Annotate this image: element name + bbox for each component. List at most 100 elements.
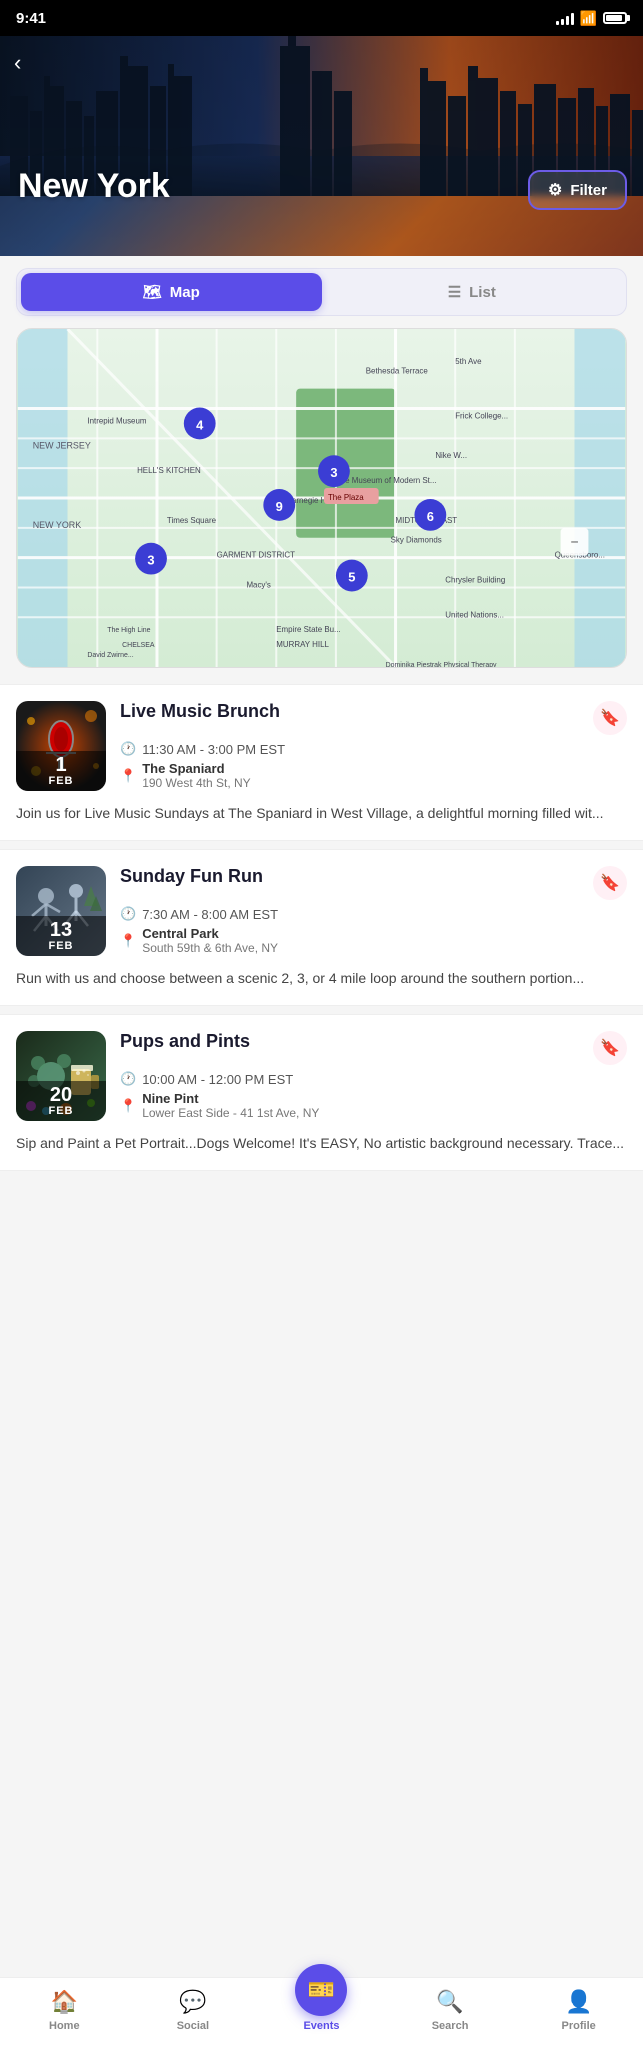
event-time-row: 🕐 11:30 AM - 3:00 PM EST: [120, 741, 627, 757]
event-time-row: 🕐 10:00 AM - 12:00 PM EST: [120, 1071, 627, 1087]
bookmark-button[interactable]: 🔖: [593, 701, 627, 735]
svg-text:The High Line: The High Line: [107, 627, 150, 634]
svg-text:Intrepid Museum: Intrepid Museum: [87, 416, 147, 425]
city-title: New York: [18, 167, 170, 206]
nav-item-profile[interactable]: 👤 Profile: [514, 1988, 643, 2032]
events-fab: 🎫: [295, 1964, 347, 2016]
location-icon: 📍: [120, 933, 136, 949]
svg-text:3: 3: [330, 465, 337, 480]
battery-icon: [603, 12, 627, 24]
svg-text:Frick College...: Frick College...: [455, 411, 508, 420]
svg-text:5th Ave: 5th Ave: [455, 357, 482, 366]
event-description: Run with us and choose between a scenic …: [16, 968, 627, 989]
bookmark-button[interactable]: 🔖: [593, 1031, 627, 1065]
wifi-icon: 📶: [580, 10, 597, 27]
bookmark-icon: 🔖: [600, 708, 620, 728]
map-icon: 🗺: [143, 283, 162, 301]
svg-text:−: −: [570, 534, 578, 550]
event-info: Live Music Brunch 🔖 🕐 11:30 AM - 3:00 PM…: [120, 701, 627, 790]
back-button[interactable]: ‹: [14, 50, 21, 76]
profile-icon: 👤: [565, 1989, 592, 2015]
clock-icon: 🕐: [120, 741, 136, 757]
signal-icon: [556, 11, 574, 25]
svg-text:Times Square: Times Square: [167, 516, 217, 525]
bottom-navigation: 🏠 Home 💬 Social 🎫 Events 🔍 Search 👤 Prof…: [0, 1977, 643, 2048]
svg-text:5: 5: [348, 570, 355, 585]
event-title-row: Sunday Fun Run 🔖: [120, 866, 627, 900]
bookmark-icon: 🔖: [600, 1038, 620, 1058]
nav-item-social[interactable]: 💬 Social: [129, 1988, 258, 2032]
status-time: 9:41: [16, 10, 46, 27]
home-icon: 🏠: [51, 1989, 78, 2015]
event-meta: 🕐 10:00 AM - 12:00 PM EST 📍 Nine Pint Lo…: [120, 1071, 627, 1120]
view-toggle: 🗺 Map ☰ List: [16, 268, 627, 316]
svg-text:Empire State Bu...: Empire State Bu...: [276, 625, 340, 634]
filter-icon: ⚙: [548, 180, 562, 200]
svg-text:David Zwirne...: David Zwirne...: [87, 652, 133, 659]
event-card: 1 FEB Live Music Brunch 🔖 🕐 11:30 AM - 3…: [0, 684, 643, 841]
bookmark-button[interactable]: 🔖: [593, 866, 627, 900]
svg-text:Nike W...: Nike W...: [435, 451, 467, 460]
svg-text:Dominika Piestrak Physical The: Dominika Piestrak Physical Therapy: [386, 662, 497, 667]
event-date-overlay: 13 FEB: [16, 916, 106, 956]
event-top: 1 FEB Live Music Brunch 🔖 🕐 11:30 AM - 3…: [16, 701, 627, 791]
event-title: Pups and Pints: [120, 1031, 585, 1052]
svg-text:Chrysler Building: Chrysler Building: [445, 576, 505, 585]
svg-text:The Plaza: The Plaza: [328, 493, 364, 502]
event-top: 20 FEB Pups and Pints 🔖 🕐 10:00 AM - 12:…: [16, 1031, 627, 1121]
svg-text:NEW JERSEY: NEW JERSEY: [33, 440, 91, 450]
filter-button[interactable]: ⚙ Filter: [528, 170, 627, 210]
list-toggle-button[interactable]: ☰ List: [322, 273, 623, 311]
events-fab-icon: 🎫: [308, 1977, 335, 2003]
event-thumbnail: 13 FEB: [16, 866, 106, 956]
event-title-row: Live Music Brunch 🔖: [120, 701, 627, 735]
nav-item-search[interactable]: 🔍 Search: [386, 1988, 515, 2032]
event-thumbnail: 20 FEB: [16, 1031, 106, 1121]
event-venue-row: 📍 Central Park South 59th & 6th Ave, NY: [120, 926, 627, 955]
svg-text:6: 6: [427, 509, 434, 524]
location-icon: 📍: [120, 1098, 136, 1114]
event-thumbnail: 1 FEB: [16, 701, 106, 791]
svg-text:9: 9: [276, 499, 283, 514]
status-bar: 9:41 📶: [0, 0, 643, 36]
svg-text:NEW YORK: NEW YORK: [33, 520, 82, 530]
svg-text:HELL'S KITCHEN: HELL'S KITCHEN: [137, 466, 201, 475]
status-icons: 📶: [556, 10, 627, 27]
svg-text:MURRAY HILL: MURRAY HILL: [276, 640, 329, 649]
event-venue-row: 📍 The Spaniard 190 West 4th St, NY: [120, 761, 627, 790]
hero-banner: ‹ New York ⚙ Filter: [0, 36, 643, 256]
events-list: 1 FEB Live Music Brunch 🔖 🕐 11:30 AM - 3…: [0, 668, 643, 1187]
svg-text:GARMENT DISTRICT: GARMENT DISTRICT: [217, 551, 295, 560]
clock-icon: 🕐: [120, 906, 136, 922]
event-meta: 🕐 11:30 AM - 3:00 PM EST 📍 The Spaniard …: [120, 741, 627, 790]
svg-text:4: 4: [196, 417, 204, 432]
svg-text:Macy's: Macy's: [246, 580, 270, 589]
event-date-overlay: 20 FEB: [16, 1081, 106, 1121]
clock-icon: 🕐: [120, 1071, 136, 1087]
nav-item-events[interactable]: 🎫 Events: [257, 1988, 386, 2032]
event-time-row: 🕐 7:30 AM - 8:00 AM EST: [120, 906, 627, 922]
event-top: 13 FEB Sunday Fun Run 🔖 🕐 7:30 AM - 8:00…: [16, 866, 627, 956]
event-description: Sip and Paint a Pet Portrait...Dogs Welc…: [16, 1133, 627, 1154]
map-svg: NEW JERSEY NEW YORK Intrepid Museum HELL…: [17, 329, 626, 667]
svg-text:CHELSEA: CHELSEA: [122, 642, 155, 649]
svg-text:United Nations...: United Nations...: [445, 610, 504, 619]
event-title: Sunday Fun Run: [120, 866, 585, 887]
svg-text:3: 3: [147, 553, 154, 568]
svg-text:The Museum of Modern St...: The Museum of Modern St...: [336, 476, 437, 485]
event-venue-row: 📍 Nine Pint Lower East Side - 41 1st Ave…: [120, 1091, 627, 1120]
social-icon: 💬: [179, 1989, 206, 2015]
list-icon: ☰: [448, 283, 461, 301]
location-icon: 📍: [120, 768, 136, 784]
svg-text:Bethesda Terrace: Bethesda Terrace: [366, 367, 429, 376]
event-date-overlay: 1 FEB: [16, 751, 106, 791]
event-meta: 🕐 7:30 AM - 8:00 AM EST 📍 Central Park S…: [120, 906, 627, 955]
map-background: NEW JERSEY NEW YORK Intrepid Museum HELL…: [17, 329, 626, 667]
search-icon: 🔍: [436, 1989, 463, 2015]
nav-item-home[interactable]: 🏠 Home: [0, 1988, 129, 2032]
event-info: Sunday Fun Run 🔖 🕐 7:30 AM - 8:00 AM EST…: [120, 866, 627, 955]
map-toggle-button[interactable]: 🗺 Map: [21, 273, 322, 311]
map-view[interactable]: NEW JERSEY NEW YORK Intrepid Museum HELL…: [16, 328, 627, 668]
event-title: Live Music Brunch: [120, 701, 585, 722]
event-card: 20 FEB Pups and Pints 🔖 🕐 10:00 AM - 12:…: [0, 1014, 643, 1171]
